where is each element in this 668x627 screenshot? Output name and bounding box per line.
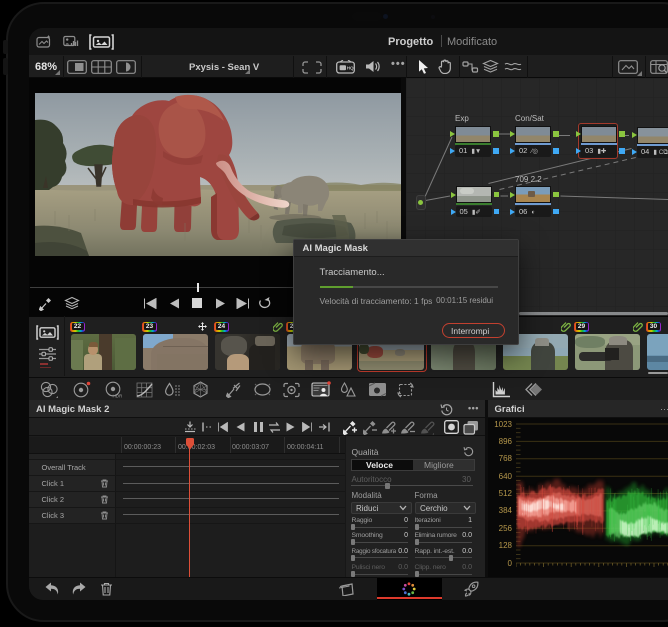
svg-text:HQ: HQ <box>347 65 354 70</box>
svg-text:HDR: HDR <box>113 394 123 399</box>
